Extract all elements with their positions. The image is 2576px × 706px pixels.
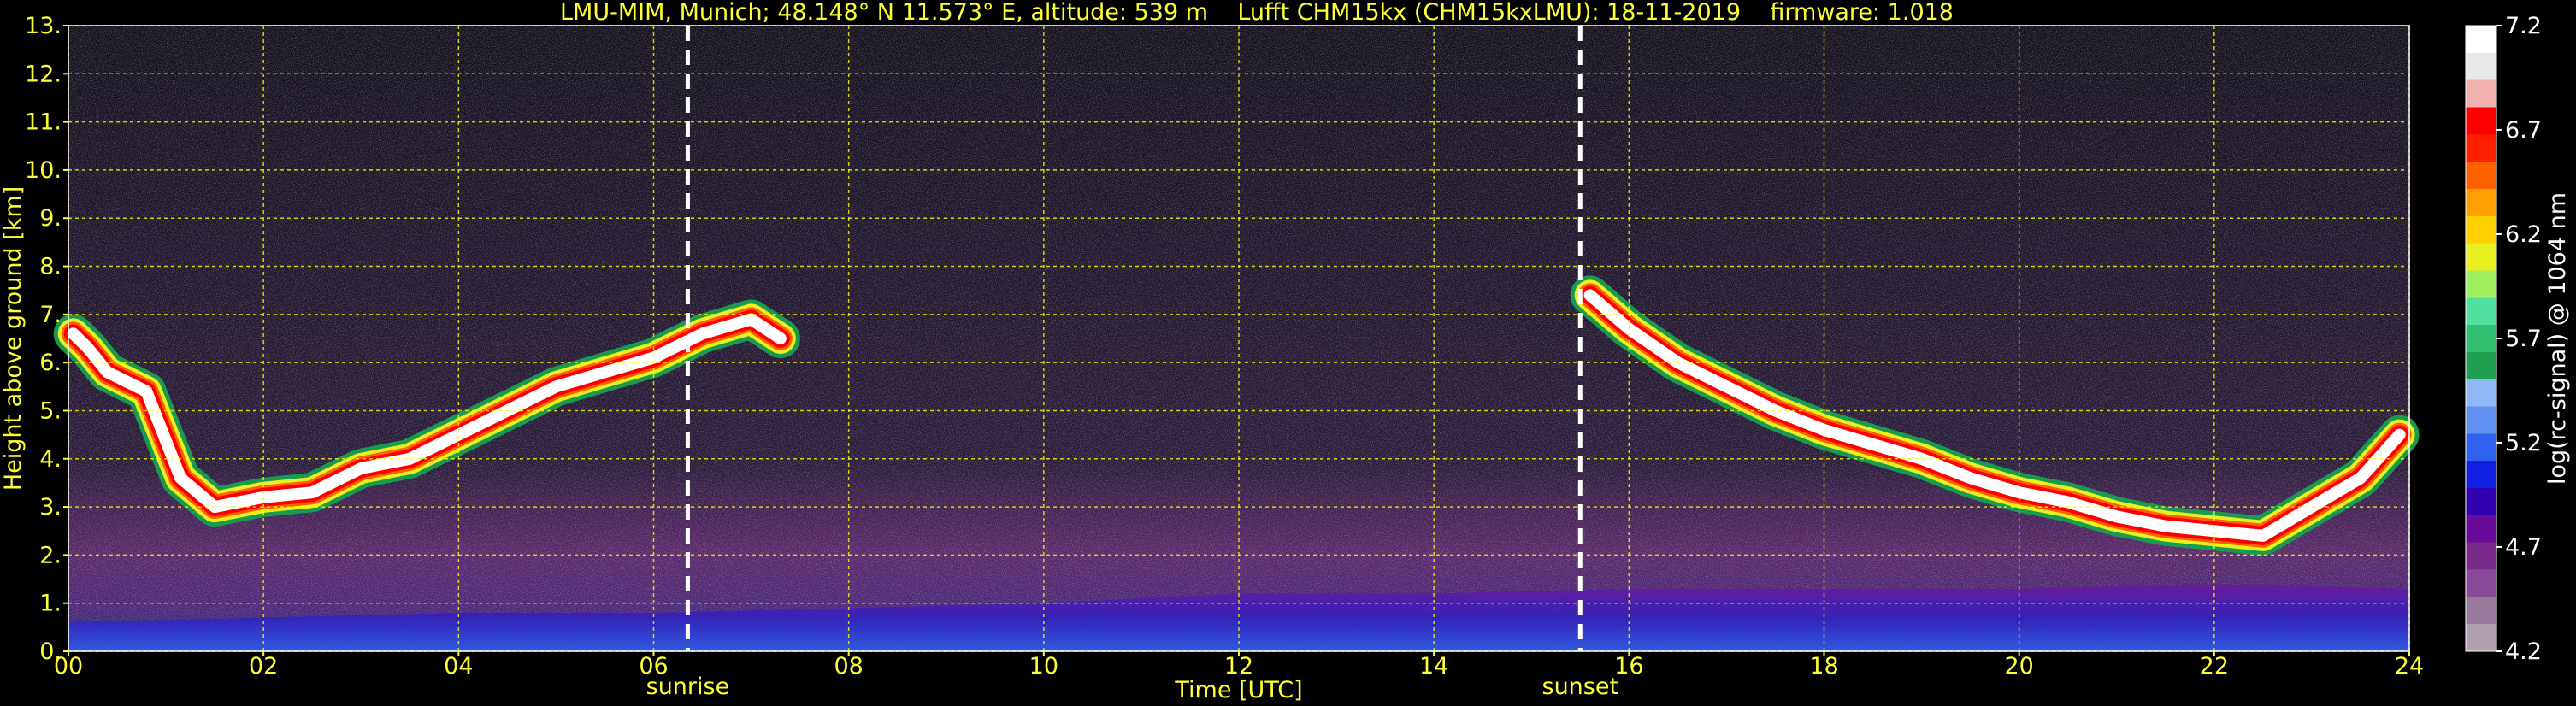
colorbar-tick-label: 4.2 (2505, 638, 2542, 665)
y-tick-label: 2. (39, 542, 62, 568)
x-tick-label: 20 (2004, 653, 2033, 680)
y-tick-label: 7. (39, 302, 62, 328)
y-tick-label: 10. (25, 157, 62, 184)
sunset-label: sunset (1542, 674, 1619, 700)
colorbar-tick-label: 5.7 (2505, 326, 2542, 352)
y-tick-label: 1. (39, 591, 62, 617)
y-tick-label: 13. (25, 13, 62, 39)
colorbar-label: log(rc-signal) @ 1064 nm (2544, 192, 2571, 485)
x-tick-label: 02 (249, 653, 278, 680)
colorbar-tick-label: 5.2 (2505, 430, 2542, 456)
y-tick-label: 12. (25, 61, 62, 87)
y-tick-label: 4. (39, 446, 62, 473)
x-axis-label: Time [UTC] (1174, 677, 1302, 703)
x-tick-label: 22 (2200, 653, 2229, 680)
x-tick-label: 00 (54, 653, 83, 680)
x-tick-label: 18 (1809, 653, 1838, 680)
colorbar (2465, 25, 2497, 652)
x-tick-label: 12 (1224, 653, 1253, 680)
colorbar-tick-label: 6.2 (2505, 221, 2542, 248)
x-tick-label: 10 (1029, 653, 1058, 680)
y-tick-label: 11. (25, 109, 62, 136)
y-tick-label: 3. (39, 494, 62, 521)
colorbar-tick-label: 7.2 (2505, 13, 2542, 39)
x-tick-label: 04 (444, 653, 473, 680)
x-tick-label: 24 (2395, 653, 2424, 680)
colorbar-tick-label: 4.7 (2505, 534, 2542, 561)
x-tick-label: 08 (834, 653, 863, 680)
x-tick-label: 16 (1614, 653, 1643, 680)
x-tick-label: 14 (1419, 653, 1448, 680)
ceilometer-chart: sunrise sunset 0.1.2.3.4.5.6.7.8.9.10.11.… (0, 13, 2571, 703)
y-tick-label: 5. (39, 397, 62, 424)
y-tick-label: 9. (39, 205, 62, 232)
y-axis-label: Height above ground [km] (0, 186, 27, 491)
y-tick-label: 6. (39, 350, 62, 376)
colorbar-tick-label: 6.7 (2505, 117, 2542, 144)
y-tick-label: 8. (39, 254, 62, 280)
x-tick-label: 06 (639, 653, 668, 680)
signal-noise (68, 26, 2409, 651)
